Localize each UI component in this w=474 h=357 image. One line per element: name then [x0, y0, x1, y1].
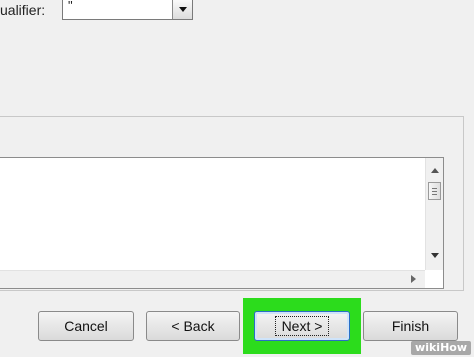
vertical-scrollbar[interactable]: [425, 158, 443, 270]
scroll-right-icon[interactable]: [411, 275, 416, 283]
finish-button[interactable]: Finish: [363, 311, 458, 341]
data-preview-pane[interactable]: [0, 157, 444, 289]
dropdown-arrow-button[interactable]: [172, 0, 192, 19]
grip-line: [432, 194, 437, 195]
next-button[interactable]: Next >: [254, 311, 350, 341]
grip-line: [432, 188, 437, 189]
horizontal-scrollbar[interactable]: [0, 270, 425, 288]
text-qualifier-value: ": [68, 0, 73, 13]
text-qualifier-label: ualifier:: [0, 2, 46, 18]
back-button[interactable]: < Back: [146, 311, 240, 341]
scroll-down-icon[interactable]: [431, 253, 439, 258]
wikihow-watermark: wikiHow: [411, 341, 471, 355]
chevron-down-icon: [178, 7, 187, 12]
scroll-thumb[interactable]: [428, 182, 441, 200]
text-qualifier-dropdown[interactable]: ": [62, 0, 193, 20]
cancel-button[interactable]: Cancel: [38, 311, 134, 341]
next-button-label: Next >: [274, 316, 330, 336]
grip-line: [432, 191, 437, 192]
scroll-up-icon[interactable]: [431, 168, 439, 173]
